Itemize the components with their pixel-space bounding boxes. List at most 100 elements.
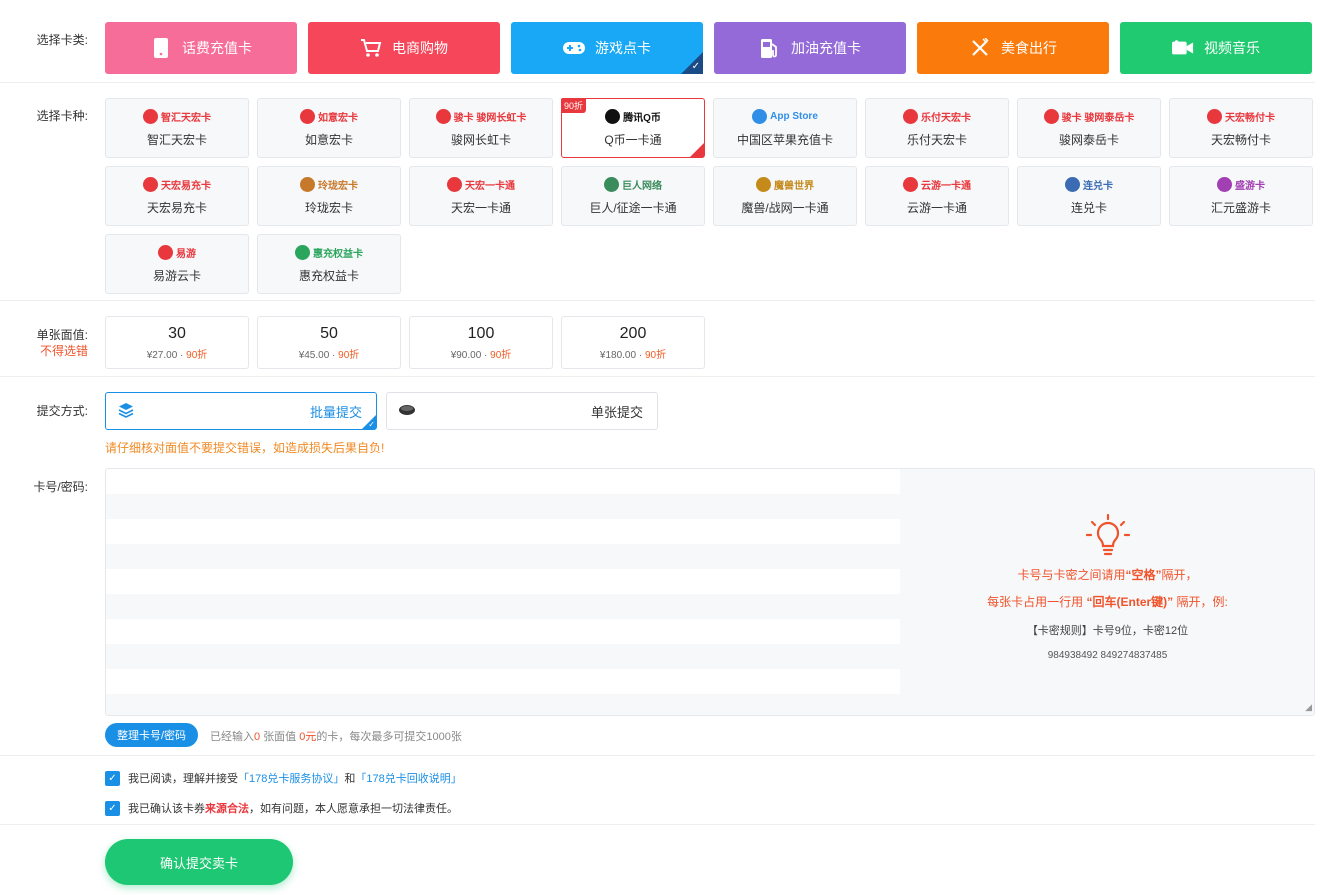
brand-logo-icon bbox=[903, 108, 918, 124]
face-value: 30 bbox=[168, 325, 186, 342]
mode-batch-label: 批量提交 bbox=[309, 404, 362, 420]
brand-logo-icon bbox=[300, 176, 315, 192]
card-kind-item[interactable]: 易游 易游云卡 bbox=[105, 234, 249, 294]
brand-logo-icon bbox=[1043, 108, 1059, 124]
video-icon bbox=[1172, 37, 1194, 59]
face-value-option[interactable]: 30 ¥27.00 · 90折 bbox=[105, 316, 249, 369]
card-kind-item[interactable]: 90折 腾讯Q币 Q币一卡通 bbox=[561, 98, 705, 158]
face-value-option[interactable]: 200 ¥180.00 · 90折 bbox=[561, 316, 705, 369]
card-kind-logo-text: App Store bbox=[770, 110, 818, 122]
brand-logo-icon bbox=[295, 244, 310, 260]
card-kind-logo-text: 智汇天宏卡 bbox=[161, 112, 211, 124]
tidy-button[interactable]: 整理卡号/密码 bbox=[105, 723, 199, 747]
fuel-icon bbox=[759, 37, 781, 59]
card-kind-name: 巨人/征途一卡通 bbox=[589, 201, 677, 215]
card-kind-logo: 骏卡 骏网长虹卡 bbox=[435, 108, 526, 124]
card-kind-name: 智汇天宏卡 bbox=[146, 133, 207, 147]
card-kind-item[interactable]: 盛游卡汇元盛游卡 bbox=[1169, 166, 1313, 226]
check-icon: ✓ bbox=[691, 61, 700, 72]
confirm-submit-button[interactable]: 确认提交卖卡 bbox=[105, 839, 293, 885]
brand-logo-icon bbox=[143, 176, 158, 192]
check-icon: ✓ bbox=[368, 420, 375, 429]
lightbulb-icon bbox=[900, 513, 1314, 560]
face-value-option[interactable]: 100 ¥90.00 · 90折 bbox=[409, 316, 553, 369]
category-video[interactable]: 视频音乐 bbox=[1120, 22, 1312, 74]
face-value-option[interactable]: 50 ¥45.00 · 90折 bbox=[257, 316, 401, 369]
agree-checkbox-1[interactable]: ✓ bbox=[105, 770, 120, 786]
card-kind-logo-text: 如意宏卡 bbox=[318, 112, 358, 124]
card-kind-logo: 盛游卡 bbox=[1217, 176, 1265, 192]
card-kind-logo: 如意宏卡 bbox=[300, 108, 358, 124]
category-phone[interactable]: 话费充值卡 bbox=[105, 22, 297, 74]
mode-batch[interactable]: 批量提交 ✓ bbox=[105, 392, 377, 430]
card-kind-item[interactable]: 巨人网络巨人/征途一卡通 bbox=[561, 166, 705, 226]
agreement-2: ✓ 我已确认该卡券来源合法，如有问题，本人愿意承担一切法律责任。 bbox=[105, 800, 458, 816]
divider bbox=[0, 376, 1315, 377]
face-price: ¥45.00 · 90折 bbox=[298, 350, 360, 361]
card-kind-item[interactable]: 骏卡 骏网长虹卡 骏网长虹卡 bbox=[409, 98, 553, 158]
cutlery-icon bbox=[969, 37, 991, 59]
card-kind-logo-text: 骏卡 骏网泰岳卡 bbox=[1061, 112, 1135, 124]
card-kind-item[interactable]: 天宏一卡通 天宏一卡通 bbox=[409, 166, 553, 226]
card-kind-logo: 易游 bbox=[158, 244, 196, 260]
card-kind-logo-text: 惠充权益卡 bbox=[313, 248, 363, 260]
resize-handle[interactable]: ◢ bbox=[1305, 702, 1312, 713]
card-kind-logo-text: 盛游卡 bbox=[1235, 180, 1265, 192]
card-kind-logo: 天宏一卡通 bbox=[447, 176, 515, 192]
card-kind-item[interactable]: 乐付天宏卡 乐付天宏卡 bbox=[865, 98, 1009, 158]
card-kind-logo: 玲珑宏卡 bbox=[300, 176, 358, 192]
card-kind-logo-text: 魔兽世界 bbox=[774, 180, 814, 192]
face-label: 单张面值: bbox=[36, 328, 88, 342]
category-game[interactable]: 游戏点卡 ✓ bbox=[511, 22, 703, 74]
layers-icon bbox=[118, 402, 134, 421]
cart-icon bbox=[360, 37, 382, 59]
category-label-text: 美食出行 bbox=[1001, 40, 1057, 56]
card-kind-logo: 连兑卡 bbox=[1065, 176, 1113, 192]
card-kind-item[interactable]: 云游一卡通 云游一卡通 bbox=[865, 166, 1009, 226]
card-kind-logo: 巨人网络 bbox=[604, 176, 662, 192]
brand-logo-icon bbox=[158, 244, 173, 260]
agreement-text: 我已确认该卡券来源合法，如有问题，本人愿意承担一切法律责任。 bbox=[128, 803, 458, 815]
agree-checkbox-2[interactable]: ✓ bbox=[105, 800, 120, 816]
submit-mode-label: 提交方式: bbox=[36, 404, 88, 418]
card-kind-logo: 天宏畅付卡 bbox=[1207, 108, 1275, 124]
card-kind-item[interactable]: 魔兽世界魔兽/战网一卡通 bbox=[713, 166, 857, 226]
recycle-notice-link[interactable]: 「178兑卡回收说明」 bbox=[355, 773, 461, 785]
card-input-textarea[interactable]: 卡号与卡密之间请用“空格”隔开， 每张卡占用一行用 “回车(Enter键)” 隔… bbox=[105, 468, 1315, 716]
phone-icon bbox=[150, 37, 172, 59]
divider bbox=[0, 82, 1315, 83]
brand-logo-icon bbox=[435, 108, 451, 124]
card-kind-name: 汇元盛游卡 bbox=[1210, 201, 1271, 215]
card-kind-item[interactable]: 天宏畅付卡 天宏畅付卡 bbox=[1169, 98, 1313, 158]
brand-logo-icon bbox=[447, 176, 462, 192]
category-food[interactable]: 美食出行 bbox=[917, 22, 1109, 74]
card-kind-item[interactable]: 连兑卡 连兑卡 bbox=[1017, 166, 1161, 226]
category-shopping[interactable]: 电商购物 bbox=[308, 22, 500, 74]
kind-grid: 智汇天宏卡 智汇天宏卡 如意宏卡 如意宏卡 骏卡 骏网长虹卡 骏网长虹卡 90折 腾讯Q币 Q币… bbox=[105, 98, 1317, 294]
card-kind-item[interactable]: 如意宏卡 如意宏卡 bbox=[257, 98, 401, 158]
category-fuel[interactable]: 加油充值卡 bbox=[714, 22, 906, 74]
card-kind-logo-text: 连兑卡 bbox=[1083, 180, 1113, 192]
mode-single[interactable]: 单张提交 bbox=[386, 392, 658, 430]
category-label-text: 电商购物 bbox=[392, 40, 448, 56]
card-kind-item[interactable]: 天宏易充卡 天宏易充卡 bbox=[105, 166, 249, 226]
card-kind-item[interactable]: 骏卡 骏网泰岳卡 骏网泰岳卡 bbox=[1017, 98, 1161, 158]
card-kind-name: Q币一卡通 bbox=[604, 133, 662, 147]
mode-single-label: 单张提交 bbox=[590, 404, 643, 420]
service-agreement-link[interactable]: 「178兑卡服务协议」 bbox=[238, 773, 344, 785]
card-kind-logo-text: 天宏易充卡 bbox=[161, 180, 211, 192]
card-kind-item[interactable]: 玲珑宏卡 玲珑宏卡 bbox=[257, 166, 401, 226]
card-kind-logo: 天宏易充卡 bbox=[143, 176, 211, 192]
card-kind-logo-text: 玲珑宏卡 bbox=[318, 180, 358, 192]
card-kind-item[interactable]: 惠充权益卡 惠充权益卡 bbox=[257, 234, 401, 294]
warning-text: 请仔细核对面值不要提交错误，如造成损失后果自负! bbox=[105, 441, 385, 455]
card-kind-item[interactable]: App Store 中国区苹果充值卡 bbox=[713, 98, 857, 158]
card-kind-item[interactable]: 智汇天宏卡 智汇天宏卡 bbox=[105, 98, 249, 158]
card-kind-name: 易游云卡 bbox=[152, 269, 201, 283]
card-kind-name: 乐付天宏卡 bbox=[906, 133, 967, 147]
card-kind-logo: 腾讯Q币 bbox=[605, 108, 661, 124]
brand-logo-icon bbox=[903, 176, 918, 192]
card-kind-name: 魔兽/战网一卡通 bbox=[741, 201, 829, 215]
card-kind-logo: 乐付天宏卡 bbox=[903, 108, 971, 124]
category-label-text: 话费充值卡 bbox=[182, 40, 252, 56]
